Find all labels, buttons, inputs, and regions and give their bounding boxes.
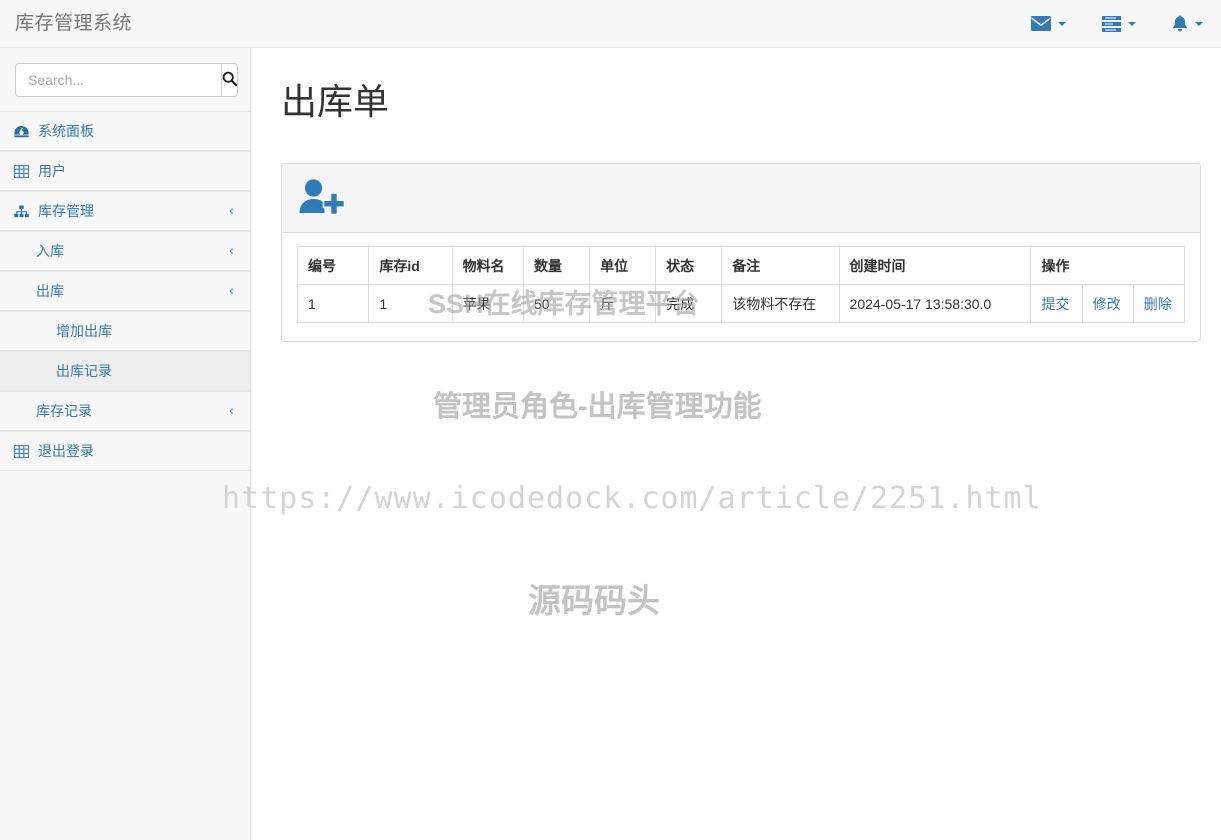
cell-material: 苹果 — [451, 284, 524, 323]
cell-status: 完成 — [655, 284, 723, 323]
page-title: 出库单 — [281, 81, 390, 122]
sidebar-item-inventory-records[interactable]: 库存记录 ‹ — [0, 391, 250, 431]
search-input[interactable] — [15, 63, 221, 97]
search-button[interactable] — [221, 63, 238, 97]
sidebar-item-inbound[interactable]: 入库 ‹ — [0, 231, 250, 271]
delete-link[interactable]: 删除 — [1144, 296, 1172, 312]
envelope-icon — [1031, 16, 1051, 31]
chevron-left-icon: ‹ — [228, 243, 234, 259]
column-header-unit: 单位 — [589, 246, 657, 285]
app-brand-title: 库存管理系统 — [15, 13, 133, 34]
chevron-left-icon: ‹ — [228, 203, 234, 219]
alerts-dropdown[interactable] — [1154, 0, 1221, 47]
table-icon — [14, 444, 31, 458]
sidebar-item-label: 出库 — [36, 283, 64, 299]
user-plus-icon — [297, 179, 346, 222]
sidebar-item-label: 出库记录 — [56, 363, 112, 379]
main-content: 出库单 编号 库存id 物料名 数量 单位 状态 备注 创建时间 操作 1 1 … — [251, 48, 1221, 840]
table-icon — [14, 164, 31, 178]
sidebar-item-add-outbound[interactable]: 增加出库 — [0, 311, 250, 351]
column-header-create-time: 创建时间 — [838, 246, 1032, 285]
column-header-status: 状态 — [655, 246, 723, 285]
bell-icon — [1172, 15, 1188, 32]
cell-action-edit: 修改 — [1081, 284, 1134, 323]
sidebar-search — [0, 48, 250, 111]
sidebar-item-inventory-management[interactable]: 库存管理 ‹ — [0, 191, 250, 231]
sidebar-item-label: 系统面板 — [38, 123, 94, 139]
sidebar-item-label: 用户 — [38, 163, 66, 179]
chevron-down-icon — [1058, 21, 1066, 26]
sidebar-item-dashboard[interactable]: 系统面板 — [0, 111, 250, 151]
messages-dropdown[interactable] — [1013, 0, 1084, 47]
outbound-records-panel: 编号 库存id 物料名 数量 单位 状态 备注 创建时间 操作 1 1 苹果 5… — [281, 163, 1201, 342]
sidebar-item-outbound[interactable]: 出库 ‹ — [0, 271, 250, 311]
submit-link[interactable]: 提交 — [1041, 296, 1069, 312]
chevron-left-icon: ‹ — [228, 283, 234, 299]
tasks-dropdown[interactable] — [1084, 0, 1154, 47]
cell-id: 1 — [296, 284, 370, 323]
cell-quantity: 50 — [522, 284, 591, 323]
sidebar-item-users[interactable]: 用户 — [0, 151, 250, 191]
table-row: 1 1 苹果 50 斤 完成 该物料不存在 2024-05-17 13:58:3… — [296, 284, 1186, 323]
sidebar-item-label: 库存管理 — [38, 203, 94, 219]
cell-stock-id: 1 — [368, 284, 453, 323]
edit-link[interactable]: 修改 — [1093, 296, 1121, 312]
column-header-stock-id: 库存id — [368, 246, 453, 285]
column-header-material: 物料名 — [451, 246, 524, 285]
cell-action-delete: 删除 — [1132, 284, 1186, 323]
chevron-down-icon — [1195, 21, 1203, 26]
cell-action-submit: 提交 — [1030, 284, 1083, 323]
sidebar-item-outbound-records[interactable]: 出库记录 — [0, 351, 250, 391]
sidebar-item-label: 退出登录 — [38, 443, 94, 459]
sitemap-icon — [14, 205, 31, 218]
panel-body: 编号 库存id 物料名 数量 单位 状态 备注 创建时间 操作 1 1 苹果 5… — [282, 233, 1200, 341]
sidebar-nav: 系统面板 用户 库存管理 ‹ 入库 ‹ 出库 ‹ 增加出库 出库记录 库存记录 … — [0, 111, 250, 471]
column-header-quantity: 数量 — [522, 246, 591, 285]
top-navbar-right — [1013, 0, 1221, 47]
dashboard-icon — [14, 125, 31, 138]
sidebar: 系统面板 用户 — [0, 48, 251, 840]
top-navbar: 库存管理系统 — [0, 0, 1221, 48]
cell-remark: 该物料不存在 — [721, 284, 840, 323]
tasks-icon — [1102, 15, 1121, 32]
chevron-left-icon: ‹ — [228, 403, 234, 419]
outbound-records-table: 编号 库存id 物料名 数量 单位 状态 备注 创建时间 操作 1 1 苹果 5… — [296, 246, 1186, 323]
table-header-row: 编号 库存id 物料名 数量 单位 状态 备注 创建时间 操作 — [296, 246, 1185, 285]
chevron-down-icon — [1128, 21, 1136, 26]
search-icon — [222, 71, 238, 89]
add-outbound-button[interactable] — [297, 177, 346, 222]
sidebar-item-label: 库存记录 — [36, 403, 92, 419]
panel-heading — [282, 164, 1200, 233]
cell-unit: 斤 — [589, 284, 657, 323]
sidebar-item-logout[interactable]: 退出登录 — [0, 431, 250, 471]
column-header-operations: 操作 — [1030, 246, 1185, 285]
cell-create-time: 2024-05-17 13:58:30.0 — [838, 284, 1032, 323]
column-header-id: 编号 — [296, 246, 370, 285]
sidebar-item-label: 增加出库 — [56, 323, 112, 339]
column-header-remark: 备注 — [721, 246, 840, 285]
sidebar-item-label: 入库 — [36, 243, 64, 259]
